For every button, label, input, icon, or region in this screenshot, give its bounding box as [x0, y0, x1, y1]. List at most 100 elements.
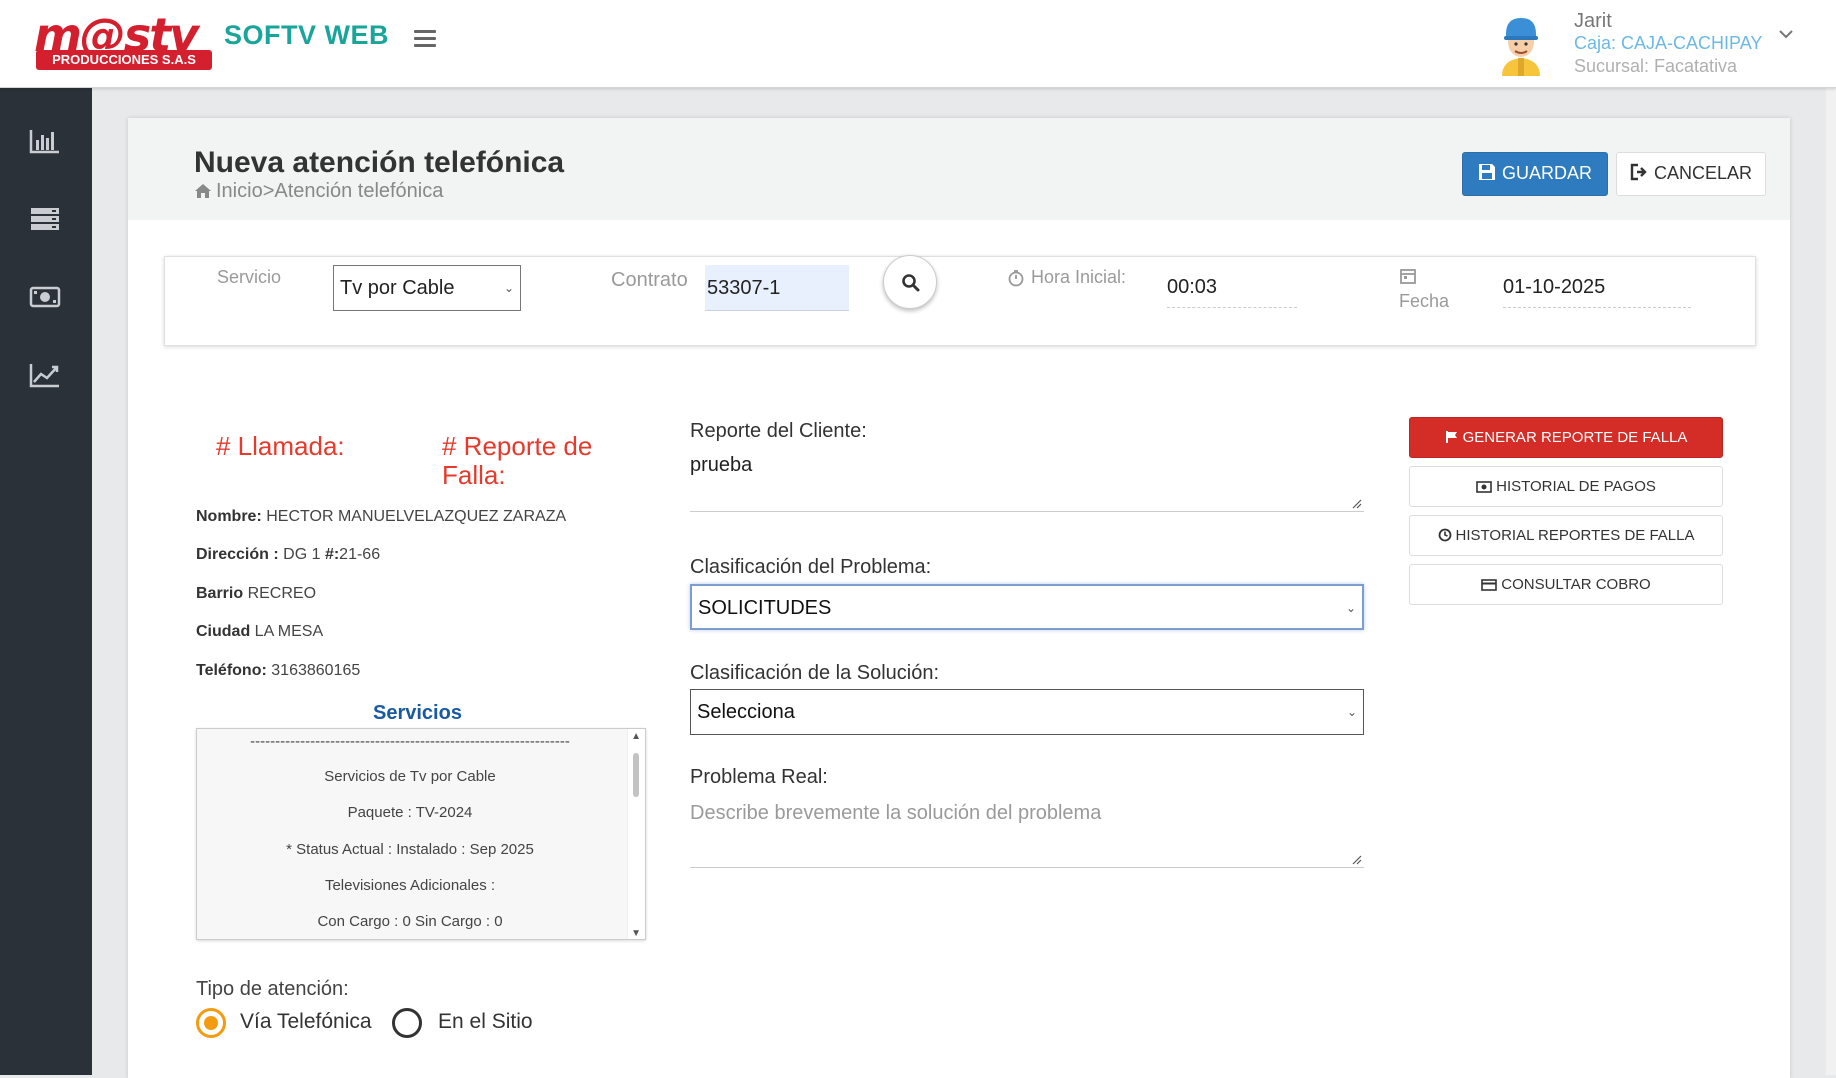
servicios-line: Paquete : TV-2024: [347, 804, 473, 821]
historial-reportes-button[interactable]: HISTORIAL REPORTES DE FALLA: [1409, 515, 1723, 556]
chevron-down-icon[interactable]: [1778, 28, 1794, 40]
resize-grip-icon[interactable]: [1352, 855, 1362, 865]
contrato-input[interactable]: 53307-1: [705, 265, 849, 311]
reporte-falla-label-line2: Falla:: [442, 460, 506, 490]
menu-toggle-icon[interactable]: [414, 30, 436, 48]
barrio-value: RECREO: [247, 585, 317, 602]
fecha-label: Fecha: [1399, 291, 1450, 311]
resize-grip-icon[interactable]: [1352, 499, 1362, 509]
top-bar: m@stv PRODUCCIONES S.A.S SOFTV WEB Jarit…: [0, 0, 1836, 88]
reporte-falla-label-line1: # Reporte de: [442, 431, 593, 461]
money-icon[interactable]: [28, 282, 62, 312]
user-name: Jarit: [1574, 10, 1612, 32]
clasif-solucion-select[interactable]: Selecciona ⌄: [690, 689, 1364, 735]
barrio-label: Barrio: [196, 585, 244, 602]
consultar-cobro-label: CONSULTAR COBRO: [1501, 576, 1651, 593]
nombre-value: HECTOR MANUELVELAZQUEZ ZARAZA: [266, 508, 567, 525]
generar-reporte-button[interactable]: GENERAR REPORTE DE FALLA: [1409, 417, 1723, 458]
chevron-down-icon: ⌄: [503, 281, 514, 295]
breadcrumb-text[interactable]: Inicio>Atención telefónica: [216, 180, 443, 202]
servicios-title: Servicios: [373, 702, 462, 724]
home-icon[interactable]: [194, 183, 212, 199]
llamada-label: # Llamada:: [216, 431, 345, 461]
contrato-label: Contrato: [611, 269, 688, 291]
logo-subtitle: PRODUCCIONES S.A.S: [36, 50, 212, 70]
money-icon: [1476, 481, 1492, 493]
reporte-cliente-value: prueba: [690, 454, 753, 476]
calendar-icon: [1400, 269, 1416, 284]
line-chart-icon[interactable]: [28, 360, 62, 390]
save-label: GUARDAR: [1501, 163, 1592, 183]
chevron-down-icon: ⌄: [1345, 601, 1356, 615]
cancel-button[interactable]: CANCELAR: [1616, 152, 1766, 196]
search-panel: Servicio Tv por Cable ⌄ Contrato 53307-1…: [164, 255, 1756, 346]
telefono-line: Teléfono: 3163860165: [196, 662, 360, 680]
servicios-scrollbar[interactable]: ▲ ▼: [627, 729, 645, 939]
direccion-label: Dirección :: [196, 546, 279, 563]
clock-icon: [1438, 528, 1451, 542]
clasif-solucion-value: Selecciona: [697, 701, 795, 723]
historial-reportes-label: HISTORIAL REPORTES DE FALLA: [1455, 527, 1695, 544]
reporte-cliente-label: Reporte del Cliente:: [690, 420, 867, 442]
servicios-separator: ----------------------------------------…: [250, 733, 570, 750]
servicios-list[interactable]: ----------------------------------------…: [196, 728, 646, 940]
scroll-down-icon[interactable]: ▼: [631, 928, 641, 939]
problema-real-label: Problema Real:: [690, 766, 828, 788]
servicios-line: Televisiones Adicionales :: [324, 877, 496, 894]
clasif-problema-select[interactable]: SOLICITUDES ⌄: [690, 584, 1364, 630]
server-icon[interactable]: [28, 204, 62, 234]
servicio-label: Servicio: [217, 267, 282, 287]
hora-label: Hora Inicial:: [1031, 267, 1127, 287]
problema-real-textarea[interactable]: Describe brevemente la solución del prob…: [690, 802, 1364, 868]
ciudad-value: LA MESA: [254, 623, 324, 640]
main-card: Nueva atención telefónica Inicio>Atenció…: [128, 118, 1790, 1078]
nombre-line: Nombre: HECTOR MANUELVELAZQUEZ ZARAZA: [196, 508, 566, 526]
telefono-label: Teléfono:: [196, 662, 267, 679]
clasif-solucion-label: Clasificación de la Solución:: [690, 662, 940, 684]
page-title: Nueva atención telefónica: [194, 146, 565, 179]
save-button[interactable]: GUARDAR: [1462, 152, 1608, 196]
historial-pagos-button[interactable]: HISTORIAL DE PAGOS: [1409, 466, 1723, 507]
servicio-value: Tv por Cable: [340, 277, 455, 299]
sidebar: [0, 88, 92, 1075]
cancel-label: CANCELAR: [1653, 163, 1753, 183]
user-avatar-icon[interactable]: [1496, 12, 1546, 76]
bar-chart-icon[interactable]: [28, 126, 62, 156]
search-icon: [902, 274, 920, 292]
window-scrollbar[interactable]: [1826, 0, 1836, 1075]
flag-icon: [1445, 431, 1457, 443]
radio-en-el-sitio-label[interactable]: En el Sitio: [438, 1010, 533, 1034]
scroll-up-icon[interactable]: ▲: [631, 731, 641, 742]
radio-via-telefonica[interactable]: [196, 1008, 226, 1038]
radio-en-el-sitio[interactable]: [392, 1008, 422, 1038]
hora-field[interactable]: 00:03: [1167, 267, 1297, 308]
barrio-line: Barrio RECREO: [196, 585, 316, 603]
scroll-thumb[interactable]: [633, 753, 639, 797]
breadcrumb[interactable]: Inicio>Atención telefónica: [194, 180, 443, 203]
clasif-problema-value: SOLICITUDES: [698, 597, 832, 619]
reporte-cliente-textarea[interactable]: prueba: [690, 454, 1364, 512]
direccion-num-value: 21-66: [339, 546, 381, 563]
reporte-falla-label: # Reporte de Falla:: [442, 432, 592, 490]
credit-card-icon: [1481, 579, 1498, 591]
consultar-cobro-button[interactable]: CONSULTAR COBRO: [1409, 564, 1723, 605]
card-header: Nueva atención telefónica Inicio>Atenció…: [128, 118, 1790, 220]
brand-logo[interactable]: m@stv PRODUCCIONES S.A.S: [34, 12, 214, 72]
historial-pagos-label: HISTORIAL DE PAGOS: [1496, 478, 1656, 495]
radio-via-telefonica-label[interactable]: Vía Telefónica: [240, 1010, 372, 1034]
user-caja: Caja: CAJA-CACHIPAY: [1574, 33, 1763, 53]
clasif-problema-label: Clasificación del Problema:: [690, 556, 932, 578]
ciudad-label: Ciudad: [196, 623, 251, 640]
problema-real-placeholder: Describe brevemente la solución del prob…: [690, 802, 1102, 824]
user-sucursal: Sucursal: Facatativa: [1574, 56, 1738, 76]
fecha-field[interactable]: 01-10-2025: [1503, 267, 1691, 308]
app-title: SOFTV WEB: [224, 20, 389, 50]
servicio-select[interactable]: Tv por Cable ⌄: [333, 265, 521, 311]
direccion-value: DG 1: [283, 546, 325, 563]
generar-reporte-label: GENERAR REPORTE DE FALLA: [1462, 429, 1688, 446]
chevron-down-icon: ⌄: [1346, 705, 1357, 719]
nombre-label: Nombre:: [196, 508, 262, 525]
tipo-atencion-label: Tipo de atención:: [196, 978, 349, 1000]
sign-out-icon: [1630, 163, 1647, 181]
search-button[interactable]: [883, 255, 937, 309]
